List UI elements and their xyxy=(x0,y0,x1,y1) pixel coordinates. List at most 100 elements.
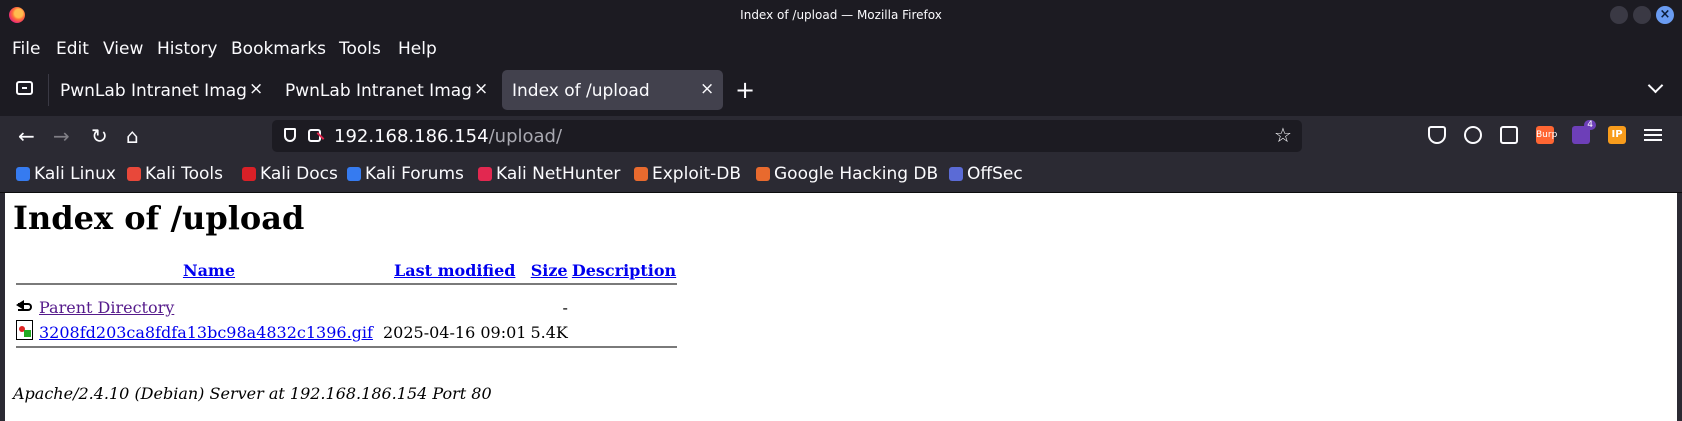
tab-pwnlab-2[interactable]: PwnLab Intranet Image Hosting × xyxy=(275,70,490,110)
url-text[interactable]: 192.168.186.154/upload/ xyxy=(334,126,562,147)
bookmark-label: Google Hacking DB xyxy=(774,164,939,184)
close-window-button[interactable]: × xyxy=(1656,6,1674,24)
size-column-header: Size xyxy=(529,260,568,281)
menu-bookmarks[interactable]: Bookmarks xyxy=(231,39,326,59)
modified-cell xyxy=(382,297,527,318)
bookmark-label: Exploit-DB xyxy=(652,164,741,184)
ip-extension-icon[interactable]: IP xyxy=(1608,126,1626,144)
home-button[interactable]: ⌂ xyxy=(126,124,139,148)
bookmark-label: Kali Docs xyxy=(260,164,338,184)
menu-history[interactable]: History xyxy=(157,39,217,59)
app-menu-hamburger-icon[interactable] xyxy=(1644,126,1662,144)
divider xyxy=(16,346,678,348)
directory-listing-table: Name Last modified Size Description Pare… xyxy=(14,258,679,350)
pocket-icon[interactable] xyxy=(1428,126,1446,144)
back-icon xyxy=(16,298,36,314)
description-column-header: Description xyxy=(571,260,677,281)
page-content: Index of /upload Name Last modified Size… xyxy=(5,193,1677,421)
tab-close-icon[interactable]: × xyxy=(474,79,488,99)
tab-close-icon[interactable]: × xyxy=(249,79,263,99)
name-cell: Parent Directory xyxy=(38,297,380,318)
nav-bar: ← → ↻ ⌂ 192.168.186.154/upload/ ☆ Burp 4… xyxy=(0,116,1682,156)
spacer-cell xyxy=(16,287,677,295)
parent-directory-link[interactable]: Parent Directory xyxy=(39,298,174,317)
bookmark-label: Kali Linux xyxy=(34,164,116,184)
bookmark-kali-forums[interactable]: Kali Forums xyxy=(347,164,464,184)
foxyproxy-extension-icon[interactable]: 4 xyxy=(1572,120,1596,144)
account-icon[interactable] xyxy=(1464,126,1482,144)
tab-label: PwnLab Intranet Image Hosting xyxy=(60,81,248,101)
table-divider-row xyxy=(16,283,678,285)
sort-by-size-link[interactable]: Size xyxy=(531,261,568,280)
bookmark-label: Kali NetHunter xyxy=(496,164,621,184)
bookmark-exploit-db[interactable]: Exploit-DB xyxy=(634,164,741,184)
table-row: 3208fd203ca8fdfa13bc98a4832c1396.gif 202… xyxy=(16,320,677,344)
bookmark-offsec[interactable]: OffSec xyxy=(949,164,1023,184)
tab-label: PwnLab Intranet Image Hosting xyxy=(285,81,473,101)
menu-edit[interactable]: Edit xyxy=(56,39,89,59)
table-header-row: Name Last modified Size Description xyxy=(16,260,677,281)
extensions-puzzle-icon[interactable] xyxy=(1500,126,1518,144)
bookmark-kali-nethunter[interactable]: Kali NetHunter xyxy=(478,164,620,184)
name-column-header: Name xyxy=(38,260,380,281)
url-bar[interactable]: 192.168.186.154/upload/ ☆ xyxy=(272,120,1302,152)
bookmark-star-icon[interactable]: ☆ xyxy=(1274,123,1292,147)
divider xyxy=(16,283,678,285)
tab-pwnlab-1[interactable]: PwnLab Intranet Image Hosting × xyxy=(50,70,265,110)
table-row: Parent Directory - xyxy=(16,297,677,318)
burp-extension-icon[interactable]: Burp xyxy=(1536,126,1557,144)
list-all-tabs-chevron-icon[interactable] xyxy=(1647,77,1664,94)
bookmark-label: Kali Forums xyxy=(365,164,464,184)
bookmarks-toolbar: Kali Linux Kali Tools Kali Docs Kali For… xyxy=(0,156,1682,193)
new-tab-button[interactable]: + xyxy=(735,76,755,104)
icon-cell xyxy=(16,297,36,318)
menu-tools[interactable]: Tools xyxy=(339,39,381,59)
kali-tools-icon xyxy=(127,167,141,181)
tab-index-upload[interactable]: Index of /upload × xyxy=(502,70,723,110)
window-titlebar: Index of /upload — Mozilla Firefox × xyxy=(0,0,1682,31)
menu-view[interactable]: View xyxy=(103,39,143,59)
maximize-button[interactable] xyxy=(1633,6,1651,24)
tab-separator xyxy=(48,74,49,106)
minimize-button[interactable] xyxy=(1610,6,1628,24)
url-path: /upload/ xyxy=(488,126,563,147)
name-cell: 3208fd203ca8fdfa13bc98a4832c1396.gif xyxy=(38,320,380,344)
insecure-lock-icon[interactable] xyxy=(308,129,321,142)
tab-label: Index of /upload xyxy=(512,81,650,101)
table-divider-row xyxy=(16,346,678,348)
menu-help[interactable]: Help xyxy=(398,39,437,59)
menu-bar: File Edit View History Bookmarks Tools H… xyxy=(0,31,1682,66)
extension-badge: 4 xyxy=(1584,120,1596,130)
description-cell xyxy=(571,297,677,318)
menu-file[interactable]: File xyxy=(12,39,40,59)
nethunter-icon xyxy=(478,167,492,181)
bookmark-label: OffSec xyxy=(967,164,1023,184)
reload-button[interactable]: ↻ xyxy=(91,124,108,148)
forward-button[interactable]: → xyxy=(53,124,70,148)
modified-column-header: Last modified xyxy=(382,260,527,281)
bookmark-kali-docs[interactable]: Kali Docs xyxy=(242,164,338,184)
tab-close-icon[interactable]: × xyxy=(700,79,714,99)
offsec-icon xyxy=(949,167,963,181)
bookmark-google-hacking-db[interactable]: Google Hacking DB xyxy=(756,164,938,184)
firefox-view-button[interactable] xyxy=(16,81,33,95)
bookmark-label: Kali Tools xyxy=(145,164,223,184)
icon-column-header xyxy=(16,260,36,281)
kali-dragon-icon xyxy=(16,167,30,181)
exploitdb-icon xyxy=(634,167,648,181)
sort-by-description-link[interactable]: Description xyxy=(572,261,676,280)
file-link[interactable]: 3208fd203ca8fdfa13bc98a4832c1396.gif xyxy=(39,323,373,342)
table-spacer-row xyxy=(16,287,677,295)
modified-cell: 2025-04-16 09:01 xyxy=(383,322,527,342)
kali-docs-icon xyxy=(242,167,256,181)
tab-bar: PwnLab Intranet Image Hosting × PwnLab I… xyxy=(0,66,1682,116)
sort-by-name-link[interactable]: Name xyxy=(183,261,235,280)
bookmark-kali-tools[interactable]: Kali Tools xyxy=(127,164,223,184)
back-button[interactable]: ← xyxy=(18,124,35,148)
sort-by-modified-link[interactable]: Last modified xyxy=(394,261,515,280)
description-cell xyxy=(571,320,677,344)
size-cell: 5.4K xyxy=(530,322,568,342)
page-title: Index of /upload xyxy=(13,199,305,237)
tracking-protection-shield-icon[interactable] xyxy=(284,128,296,142)
bookmark-kali-linux[interactable]: Kali Linux xyxy=(16,164,116,184)
